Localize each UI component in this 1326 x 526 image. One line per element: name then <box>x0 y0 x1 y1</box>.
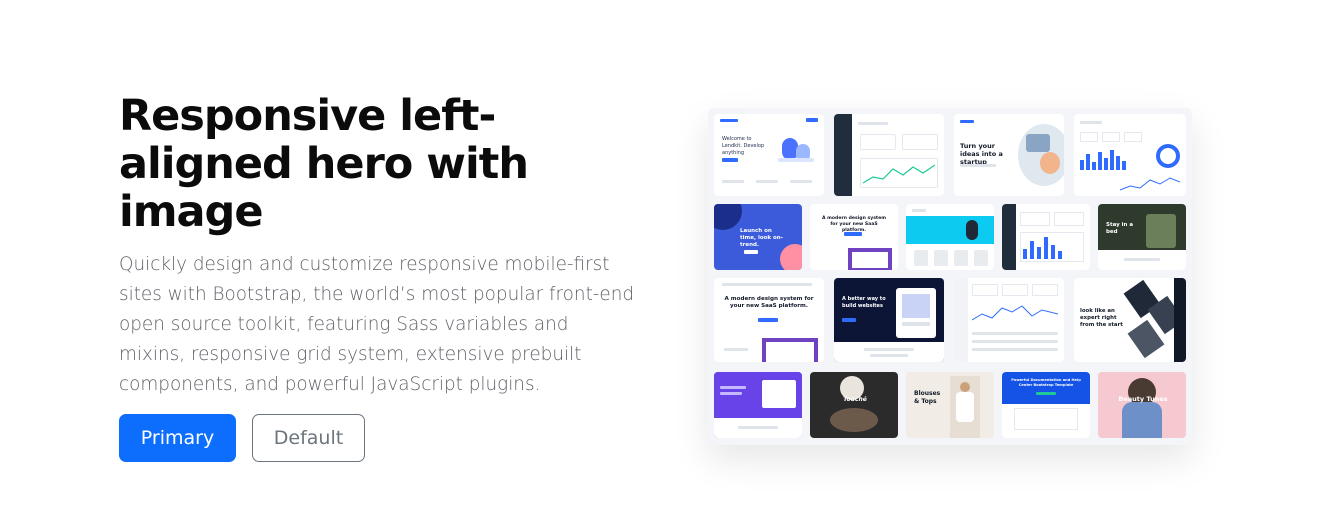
template-thumbnail <box>834 114 944 196</box>
hero-buttons: Primary Default <box>119 414 365 462</box>
template-thumbnail <box>1002 204 1090 270</box>
template-caption: look like an expert right from the start <box>1080 308 1123 328</box>
template-thumbnail <box>714 372 802 438</box>
template-thumbnail: Powerful Documentation and Help Center B… <box>1002 372 1090 438</box>
hero-lead: Quickly design and customize responsive … <box>119 254 635 395</box>
template-thumbnail: Beauty Tunes <box>1098 372 1186 438</box>
template-thumbnail: Launch on time, look on-trend. <box>714 204 802 270</box>
template-thumbnail: Welcome to Lendkit. Develop anything <box>714 114 824 196</box>
template-thumbnail: A modern design system for your new SaaS… <box>714 278 824 362</box>
template-thumbnail: A better way to build websites <box>834 278 944 362</box>
template-thumbnail <box>1074 114 1186 196</box>
template-caption: Blouses & Tops <box>914 390 941 405</box>
template-caption: Beauty Tunes <box>1118 395 1168 403</box>
template-thumbnail: Stay in a bed <box>1098 204 1186 270</box>
template-thumbnail: Touché <box>810 372 898 438</box>
template-caption: Welcome to Lendkit. Develop anything <box>722 136 765 156</box>
hero-image: Welcome to Lendkit. Develop anything Tur… <box>708 108 1192 445</box>
template-thumbnail: Turn your ideas into a startup <box>954 114 1064 196</box>
template-caption: Turn your ideas into a startup <box>960 142 1003 166</box>
template-caption: Touché <box>843 396 867 403</box>
template-thumbnail: look like an expert right from the start <box>1074 278 1186 362</box>
template-caption: Launch on time, look on-trend. <box>740 228 783 248</box>
template-thumbnail: A modern design system for your new SaaS… <box>810 204 898 270</box>
template-caption: Stay in a bed <box>1106 222 1134 235</box>
template-thumbnail: Blouses & Tops <box>906 372 994 438</box>
template-caption: A better way to build websites <box>842 296 886 309</box>
hero-title: Responsive left-aligned hero with image <box>119 91 529 237</box>
primary-button[interactable]: Primary <box>119 414 236 462</box>
template-caption: A modern design system for your new SaaS… <box>724 296 814 309</box>
template-caption: Powerful Documentation and Help Center B… <box>1011 378 1081 387</box>
default-button[interactable]: Default <box>252 414 365 462</box>
hero-text: Responsive left-aligned hero with image … <box>119 92 639 400</box>
template-thumbnail <box>954 278 1064 362</box>
template-thumbnail <box>906 204 994 270</box>
